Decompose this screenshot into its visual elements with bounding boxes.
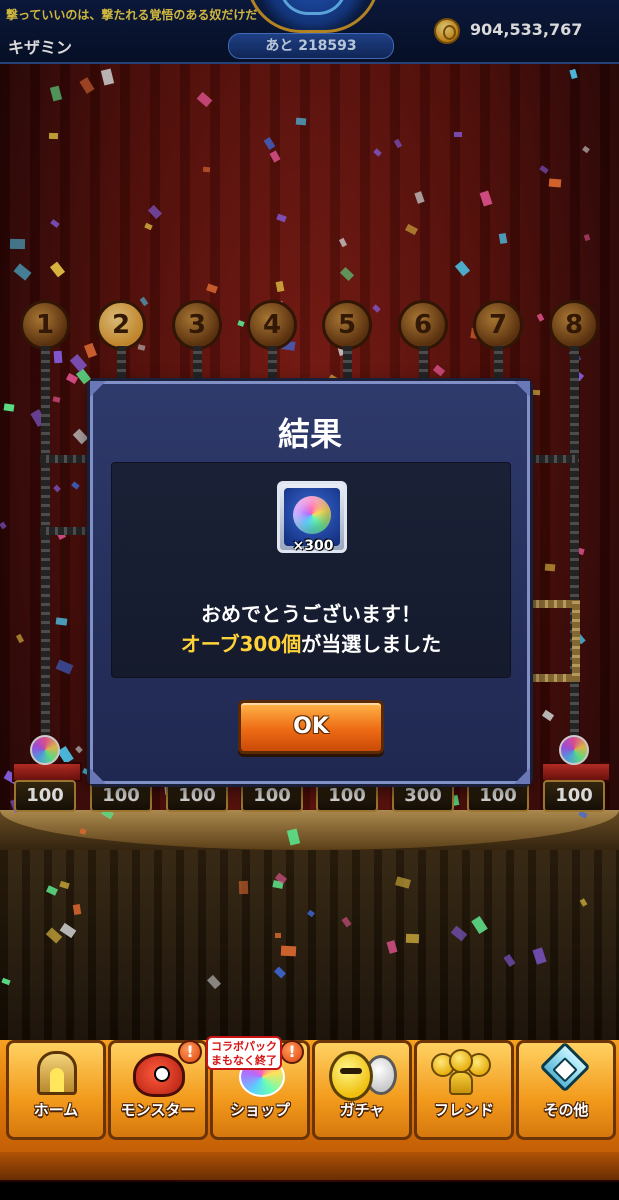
collab-badge-line1: コラボパック <box>211 1040 277 1053</box>
dialog-corner <box>90 768 106 784</box>
dialog-corner <box>90 381 106 397</box>
reward-quantity: ×300 <box>292 538 334 554</box>
nav-home[interactable]: ホーム <box>6 1040 106 1140</box>
collab-pack-badge: コラボパック まもなく終了 <box>206 1036 282 1070</box>
won-item-highlight: オーブ300個 <box>180 632 302 656</box>
nav-gacha-label: ガチャ <box>339 1101 385 1119</box>
monster-icon <box>133 1053 185 1097</box>
nav-other[interactable]: その他 <box>516 1040 616 1140</box>
nav-other-label: その他 <box>543 1101 589 1119</box>
nav-monster-label: モンスター <box>120 1101 196 1119</box>
nav-gacha[interactable]: ガチャ <box>312 1040 412 1140</box>
dialog-title: 結果 <box>277 415 342 453</box>
result-dialog: 結果 ×300 おめでとうございます！ オーブ300個が当選しました OK <box>90 381 530 784</box>
other-icon <box>539 1041 591 1093</box>
congrats-message: おめでとうございます！ <box>201 602 421 626</box>
friend-head <box>449 1049 473 1073</box>
won-message-rest: が当選しました <box>301 632 442 656</box>
friends-icon <box>431 1049 497 1101</box>
ok-button[interactable]: OK <box>238 700 384 754</box>
nav-friend[interactable]: フレンド <box>414 1040 514 1140</box>
system-bottom-strip <box>0 1182 619 1200</box>
result-panel: ×300 おめでとうございます！ オーブ300個が当選しました <box>111 462 511 678</box>
shop-alert-badge: ! <box>280 1040 304 1064</box>
nav-friend-label: フレンド <box>433 1101 494 1119</box>
dialog-corner <box>514 768 530 784</box>
monster-alert-badge: ! <box>178 1040 202 1064</box>
nav-home-label: ホーム <box>33 1101 79 1119</box>
reward-item-frame: ×300 <box>277 481 347 554</box>
nav-shop-label: ショップ <box>229 1101 290 1119</box>
collab-badge-line2: まもなく終了 <box>211 1054 277 1067</box>
rainbow-orb-icon <box>293 496 331 534</box>
won-message: オーブ300個が当選しました <box>112 628 510 657</box>
friend-body <box>449 1071 473 1095</box>
dialog-corner <box>514 381 530 397</box>
home-icon <box>37 1051 77 1095</box>
gacha-egg-icon <box>329 1051 373 1101</box>
